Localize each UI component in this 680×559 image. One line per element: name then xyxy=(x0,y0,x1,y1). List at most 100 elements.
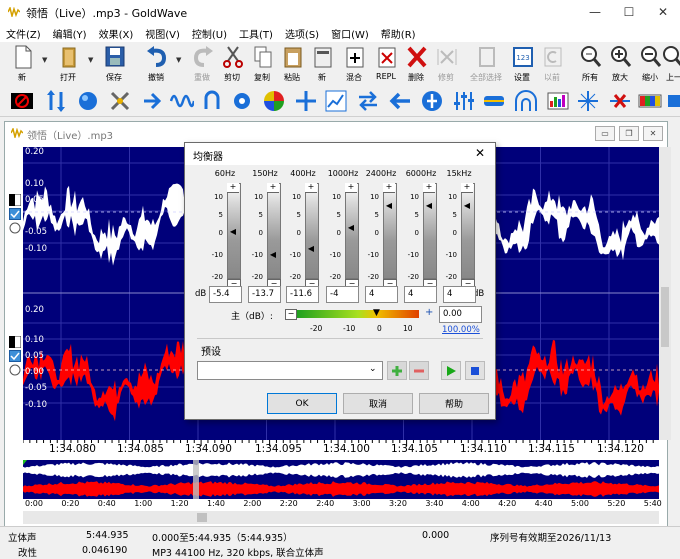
eq-band-knob[interactable]: ◀ xyxy=(462,201,472,210)
chevron-down-icon[interactable]: ▼ xyxy=(88,56,93,64)
channel1-select-icon[interactable] xyxy=(9,194,21,206)
chevron-down-icon[interactable]: ▼ xyxy=(176,56,181,64)
remove-preset-button[interactable] xyxy=(409,361,429,380)
horizontal-scrollbar[interactable] xyxy=(23,511,659,524)
open-button[interactable]: ▼ 打开 xyxy=(42,44,84,84)
channel1-solo-radio[interactable] xyxy=(9,222,21,234)
master-knob[interactable]: ▼ xyxy=(373,308,380,318)
undo-button[interactable]: 撤销 xyxy=(138,44,172,84)
overview-position-marker[interactable] xyxy=(193,460,199,500)
menu-help[interactable]: 帮助(R) xyxy=(375,24,422,42)
noise-reduction-icon[interactable] xyxy=(576,89,600,113)
eq-band-slider[interactable] xyxy=(267,183,281,279)
expand-arrows-icon[interactable] xyxy=(294,89,318,113)
master-value-field[interactable]: 0.00 xyxy=(439,306,482,323)
menu-edit[interactable]: 编辑(Y) xyxy=(47,24,93,42)
eq-band-slider[interactable] xyxy=(305,183,319,279)
eq-band-plus-button[interactable]: + xyxy=(423,183,435,193)
channel1-enable-checkbox[interactable] xyxy=(9,208,21,220)
eq-band-value-field[interactable]: 4 xyxy=(365,286,398,303)
eq-band-plus-button[interactable]: + xyxy=(267,183,279,193)
time-ruler[interactable]: 1:34.080 1:34.085 1:34.090 1:34.095 1:34… xyxy=(23,440,659,458)
chart-grid-icon[interactable] xyxy=(324,89,348,113)
eq-band-plus-button[interactable]: + xyxy=(305,183,317,193)
eq-band-plus-button[interactable]: + xyxy=(345,183,357,193)
spectrum-icon[interactable] xyxy=(546,89,570,113)
start-marker[interactable] xyxy=(23,460,27,465)
sphere-icon[interactable] xyxy=(76,89,100,113)
cancel-button[interactable]: 取消 xyxy=(343,393,413,414)
eq-band-knob[interactable]: ◀ xyxy=(228,227,238,236)
dialog-close-button[interactable]: ✕ xyxy=(475,146,485,160)
eq-band-plus-button[interactable]: + xyxy=(383,183,395,193)
menu-options[interactable]: 选项(S) xyxy=(279,24,325,42)
mixer-x-icon[interactable] xyxy=(108,89,132,113)
eq-band-knob[interactable]: ◀ xyxy=(424,201,434,210)
arches-icon[interactable] xyxy=(514,89,538,113)
trim-button[interactable]: 修剪 xyxy=(428,44,462,84)
overview-waveform[interactable] xyxy=(23,460,659,500)
more-tools-icon[interactable] xyxy=(666,89,680,113)
gear-effect-icon[interactable] xyxy=(230,89,254,113)
color-bars-icon[interactable] xyxy=(638,89,662,113)
channel2-solo-radio[interactable] xyxy=(9,364,21,376)
eq-band-value-field[interactable]: -5.4 xyxy=(209,286,242,303)
eq-band-knob[interactable]: ◀ xyxy=(346,223,356,232)
master-plus-button[interactable]: + xyxy=(425,308,435,318)
menu-effect[interactable]: 效果(X) xyxy=(93,24,140,42)
help-button[interactable]: 帮助 xyxy=(419,393,489,414)
eq-band-value-field[interactable]: -11.6 xyxy=(286,286,319,303)
previous-button[interactable]: 以前 xyxy=(534,44,568,84)
preset-dropdown[interactable]: ⌄ xyxy=(197,361,383,380)
eq-band-value-field[interactable]: -4 xyxy=(326,286,359,303)
ok-button[interactable]: OK xyxy=(267,393,337,414)
swap-channels-icon[interactable] xyxy=(356,89,380,113)
menu-window[interactable]: 窗口(W) xyxy=(325,24,375,42)
master-gain-slider[interactable]: − ▼ xyxy=(285,308,425,320)
minimize-button[interactable]: — xyxy=(578,0,612,24)
eq-band-value-field[interactable]: 4 xyxy=(404,286,437,303)
save-button[interactable]: ▼ 保存 xyxy=(88,44,130,84)
eq-band-slider[interactable] xyxy=(423,183,437,279)
add-preset-button[interactable] xyxy=(387,361,407,380)
wave-modulate-icon[interactable] xyxy=(170,89,194,113)
master-minus-button[interactable]: − xyxy=(285,309,297,320)
zoom-previous-button[interactable]: 上一 xyxy=(660,44,680,84)
loop-icon[interactable] xyxy=(200,89,224,113)
pitch-icon[interactable] xyxy=(420,89,444,113)
menu-control[interactable]: 控制(U) xyxy=(186,24,233,42)
vertical-scroll-thumb[interactable] xyxy=(661,287,669,347)
volume-shape-icon[interactable] xyxy=(482,89,506,113)
eq-band-slider[interactable] xyxy=(383,183,397,279)
eq-band-plus-button[interactable]: + xyxy=(461,183,473,193)
menu-tools[interactable]: 工具(T) xyxy=(233,24,279,42)
stop-record-icon[interactable] xyxy=(10,89,34,113)
close-button[interactable]: ✕ xyxy=(646,0,680,24)
chevron-down-icon[interactable]: ▼ xyxy=(42,56,47,64)
menu-file[interactable]: 文件(Z) xyxy=(0,24,47,42)
eq-band-plus-button[interactable]: + xyxy=(227,183,239,193)
eq-band-knob[interactable]: ◀ xyxy=(268,250,278,259)
channel2-enable-checkbox[interactable] xyxy=(9,350,21,362)
document-close-button[interactable]: ✕ xyxy=(643,126,663,141)
eq-band-value-field[interactable]: 4 xyxy=(443,286,476,303)
select-all-button[interactable]: 全部选择 xyxy=(468,44,502,84)
document-restore-button[interactable]: ❐ xyxy=(619,126,639,141)
eq-band-slider[interactable] xyxy=(461,183,475,279)
new-button[interactable]: 新 xyxy=(4,44,38,84)
expand-vertical-icon[interactable] xyxy=(44,89,68,113)
eq-band-knob[interactable]: ◀ xyxy=(384,201,394,210)
eq-band-value-field[interactable]: -13.7 xyxy=(248,286,281,303)
colorwheel-icon[interactable] xyxy=(262,89,286,113)
play-preview-button[interactable] xyxy=(441,361,461,380)
arrow-left-icon[interactable] xyxy=(388,89,412,113)
maximize-button[interactable]: ☐ xyxy=(612,0,646,24)
equalizer-icon[interactable] xyxy=(452,89,476,113)
clip-x-icon[interactable] xyxy=(608,89,632,113)
menu-view[interactable]: 视图(V) xyxy=(139,24,186,42)
channel2-select-icon[interactable] xyxy=(9,336,21,348)
stop-preview-button[interactable] xyxy=(465,361,485,380)
horizontal-scroll-thumb[interactable] xyxy=(197,513,207,522)
document-minimize-button[interactable]: ▭ xyxy=(595,126,615,141)
arrow-split-icon[interactable] xyxy=(140,89,164,113)
